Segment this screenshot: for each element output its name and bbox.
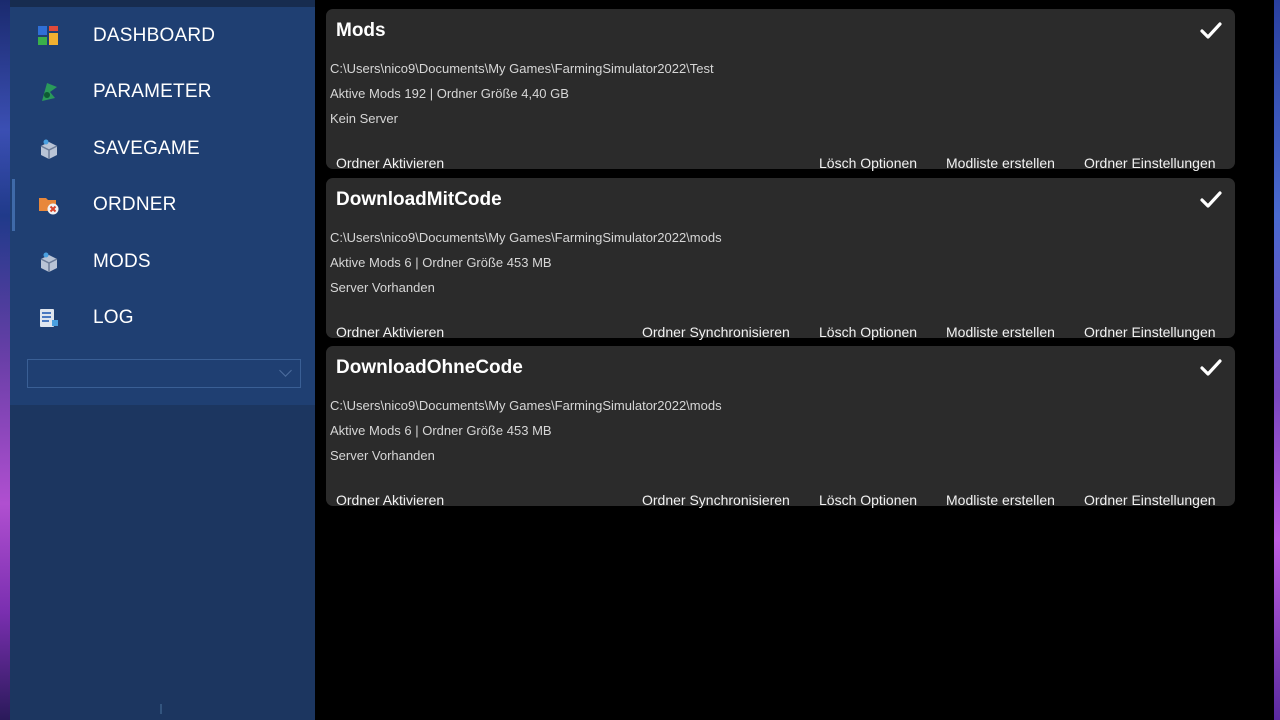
folder-title: DownloadOhneCode — [336, 357, 523, 378]
folder-settings-button[interactable]: Ordner Einstellungen — [1084, 155, 1216, 171]
folder-stats: Aktive Mods 6 | Ordner Größe 453 MB — [330, 423, 552, 438]
savegame-icon — [38, 138, 60, 160]
nav-item-ordner[interactable]: ORDNER — [10, 179, 315, 231]
folder-settings-button[interactable]: Ordner Einstellungen — [1084, 492, 1216, 508]
folder-path: C:\Users\nico9\Documents\My Games\Farmin… — [330, 230, 722, 245]
sidebar: DASHBOARD PARAMETER SAVEGAME ORDNER MODS… — [10, 0, 315, 720]
chevron-down-icon — [279, 364, 292, 377]
sync-folder-button[interactable]: Ordner Synchronisieren — [642, 492, 790, 508]
folder-card: DownloadMitCode C:\Users\nico9\Documents… — [326, 178, 1235, 340]
folder-server-status: Server Vorhanden — [330, 280, 435, 295]
folder-selector-dropdown[interactable] — [27, 359, 301, 388]
nav-item-parameter[interactable]: PARAMETER — [10, 66, 315, 118]
nav-label-mods: MODS — [93, 251, 151, 272]
checkmark-icon[interactable] — [1200, 19, 1222, 41]
sidebar-bottom-marker — [160, 704, 162, 714]
folder-stats: Aktive Mods 6 | Ordner Größe 453 MB — [330, 255, 552, 270]
nav-label-dashboard: DASHBOARD — [93, 25, 216, 46]
folder-path: C:\Users\nico9\Documents\My Games\Farmin… — [330, 61, 714, 76]
folder-title: Mods — [336, 20, 386, 41]
delete-options-button[interactable]: Lösch Optionen — [819, 324, 917, 340]
sidebar-top-strip — [10, 0, 315, 7]
dashboard-icon — [38, 25, 60, 47]
folder-icon — [38, 194, 60, 216]
checkmark-icon[interactable] — [1200, 356, 1222, 378]
nav-label-ordner: ORDNER — [93, 194, 177, 215]
delete-options-button[interactable]: Lösch Optionen — [819, 492, 917, 508]
folder-stats: Aktive Mods 192 | Ordner Größe 4,40 GB — [330, 86, 569, 101]
nav-label-parameter: PARAMETER — [93, 81, 212, 102]
folder-server-status: Kein Server — [330, 111, 398, 126]
folder-list-panel: Mods C:\Users\nico9\Documents\My Games\F… — [315, 0, 1274, 720]
desktop-wallpaper-right — [1274, 0, 1280, 720]
create-modlist-button[interactable]: Modliste erstellen — [946, 155, 1055, 171]
folder-settings-button[interactable]: Ordner Einstellungen — [1084, 324, 1216, 340]
nav-item-savegame[interactable]: SAVEGAME — [10, 123, 315, 175]
desktop-wallpaper-left — [0, 0, 10, 720]
nav-item-log[interactable]: LOG — [10, 292, 315, 344]
delete-options-button[interactable]: Lösch Optionen — [819, 155, 917, 171]
activate-folder-button[interactable]: Ordner Aktivieren — [336, 324, 444, 340]
sync-folder-button[interactable]: Ordner Synchronisieren — [642, 324, 790, 340]
folder-title: DownloadMitCode — [336, 189, 502, 210]
create-modlist-button[interactable]: Modliste erstellen — [946, 324, 1055, 340]
activate-folder-button[interactable]: Ordner Aktivieren — [336, 155, 444, 171]
create-modlist-button[interactable]: Modliste erstellen — [946, 492, 1055, 508]
checkmark-icon[interactable] — [1200, 188, 1222, 210]
activate-folder-button[interactable]: Ordner Aktivieren — [336, 492, 444, 508]
nav-item-dashboard[interactable]: DASHBOARD — [10, 10, 315, 62]
mods-icon — [38, 251, 60, 273]
parameter-icon — [38, 81, 60, 103]
folder-server-status: Server Vorhanden — [330, 448, 435, 463]
nav-label-log: LOG — [93, 307, 134, 328]
app-window: DASHBOARD PARAMETER SAVEGAME ORDNER MODS… — [10, 0, 1274, 720]
nav-item-mods[interactable]: MODS — [10, 236, 315, 288]
folder-card: DownloadOhneCode C:\Users\nico9\Document… — [326, 346, 1235, 508]
nav-label-savegame: SAVEGAME — [93, 138, 200, 159]
log-icon — [38, 307, 60, 329]
folder-path: C:\Users\nico9\Documents\My Games\Farmin… — [330, 398, 722, 413]
folder-card: Mods C:\Users\nico9\Documents\My Games\F… — [326, 9, 1235, 171]
